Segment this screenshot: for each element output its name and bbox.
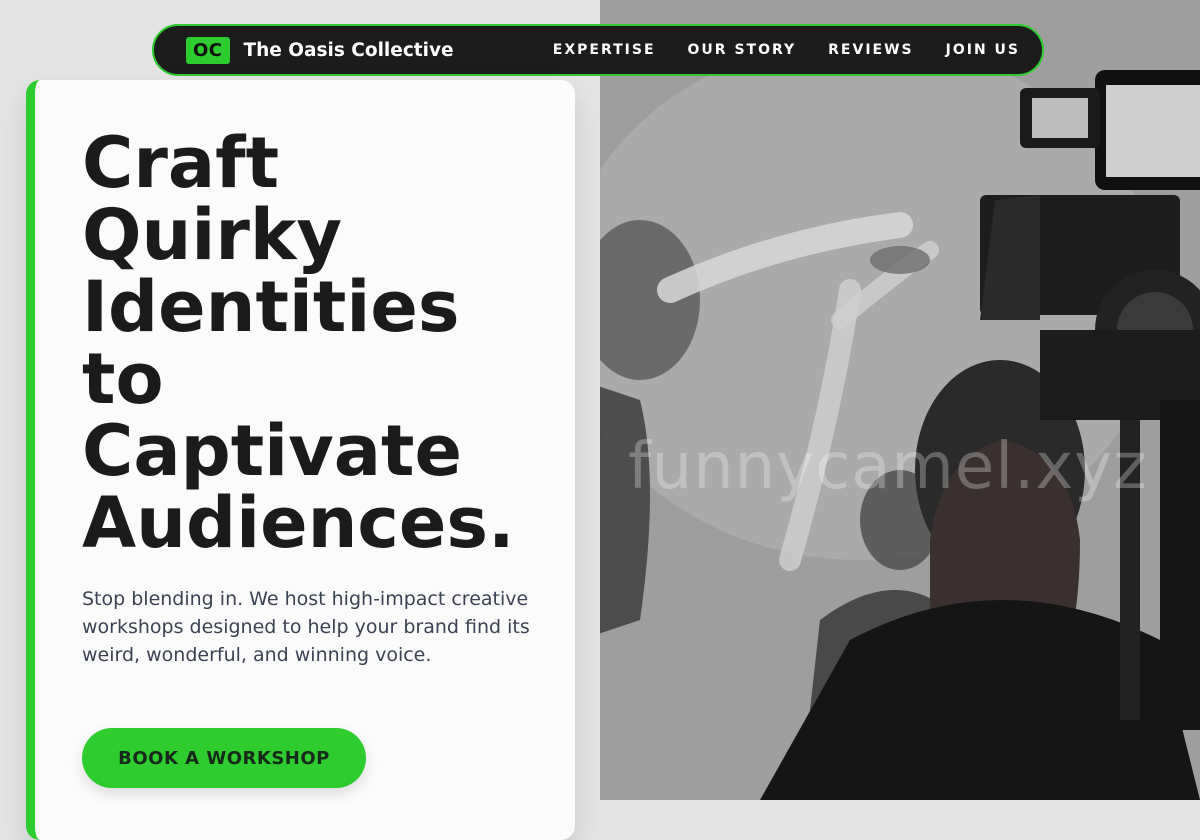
film-set-illustration: [600, 0, 1200, 800]
top-navigation: OC The Oasis Collective EXPERTISE OUR ST…: [152, 24, 1044, 76]
nav-link-join-us[interactable]: JOIN US: [946, 42, 1020, 58]
hero-description: Stop blending in. We host high-impact cr…: [82, 588, 530, 666]
book-workshop-button[interactable]: BOOK A WORKSHOP: [82, 728, 366, 788]
nav-link-expertise[interactable]: EXPERTISE: [553, 42, 656, 58]
hero-title-line: to: [82, 338, 164, 420]
hero-title-line: Audiences.: [82, 482, 515, 564]
hero-title-line: Identities: [82, 266, 460, 348]
hero-photo: [600, 0, 1200, 800]
brand-name[interactable]: The Oasis Collective: [244, 40, 454, 61]
watermark-text: funnycamel.xyz: [628, 430, 1148, 504]
logo-badge[interactable]: OC: [186, 36, 230, 64]
hero-title-line: Craft: [82, 122, 280, 204]
hero-title: Craft Quirky Identities to Captivate Aud…: [82, 127, 572, 559]
nav-link-reviews[interactable]: REVIEWS: [828, 42, 913, 58]
hero-title-line: Captivate: [82, 410, 462, 492]
hero-title-line: Quirky: [82, 194, 343, 276]
nav-links: EXPERTISE OUR STORY REVIEWS JOIN US: [553, 42, 1020, 58]
nav-link-our-story[interactable]: OUR STORY: [688, 42, 797, 58]
